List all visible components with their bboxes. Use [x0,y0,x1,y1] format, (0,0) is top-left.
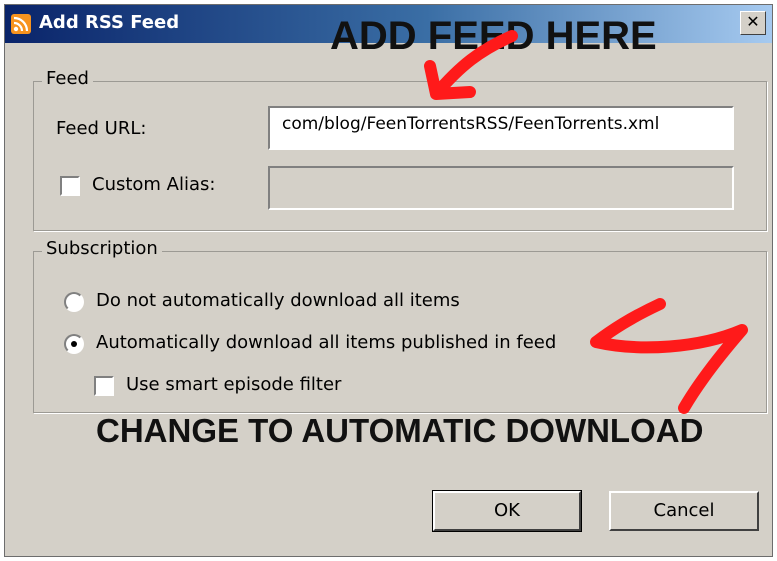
arrow-to-auto-option [590,298,748,414]
arrow-to-feed-url [424,30,518,100]
annotation-arrows [424,30,748,414]
